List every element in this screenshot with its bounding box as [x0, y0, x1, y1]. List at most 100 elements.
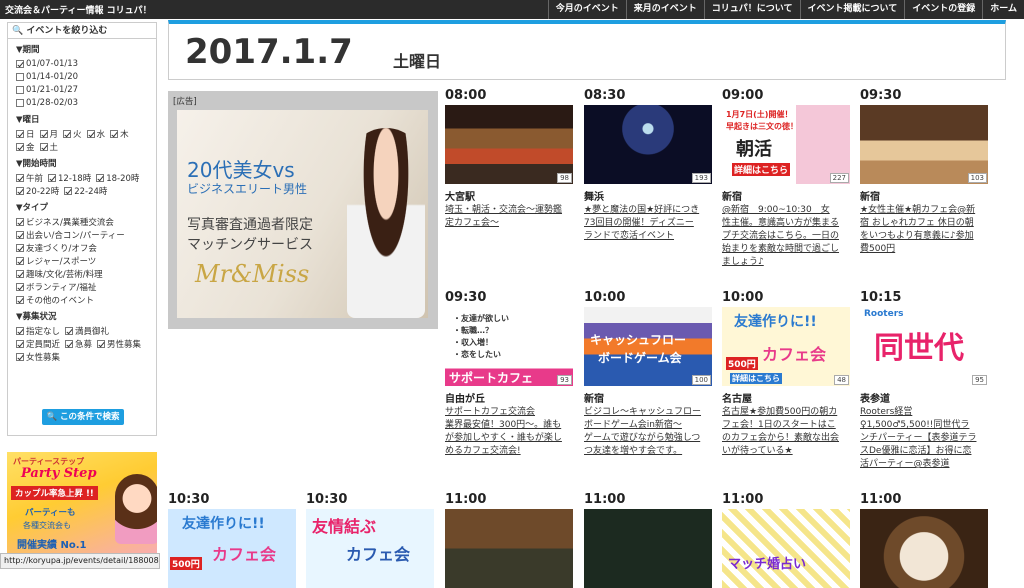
nav-home[interactable]: ホーム: [982, 0, 1024, 19]
event-thumbnail[interactable]: 98: [445, 105, 573, 184]
filter-option[interactable]: 18-20時: [96, 171, 139, 184]
event-title-link[interactable]: @新宿 9:00~10:30 女 性主催。意識高い方が集まる プチ交流会はこちら…: [722, 204, 852, 269]
event-thumbnail[interactable]: 103: [860, 105, 988, 184]
event-title-link[interactable]: 埼玉・朝活・交流会〜運勢鑑 定カフェ会〜: [445, 204, 575, 230]
checkbox[interactable]: [39, 129, 48, 138]
checkbox[interactable]: [16, 59, 24, 68]
event-card[interactable]: 10:15 Rooters 同世代 95 表参道 Rooters経営 ♀1,500♂5,5…: [860, 291, 990, 471]
filter-option[interactable]: ビジネス/異業種交流会: [16, 215, 146, 228]
filter-option[interactable]: 火: [63, 127, 82, 140]
event-card[interactable]: 10:00 友達作りに!! カフェ会 500円 詳細はこちら 48 名古屋 名古屋★参加費50…: [722, 291, 852, 458]
ad-banner[interactable]: 20代美女vs ビジネスエリート男性 写真審査通過者限定 マッチングサービス M…: [177, 110, 428, 318]
event-card[interactable]: 09:30 103 新宿 ★女性主催★朝カフェ会@新 宿 おしゃれカフェ 休日の朝 を…: [860, 89, 990, 256]
checkbox[interactable]: [48, 173, 57, 182]
checkbox[interactable]: [86, 129, 95, 138]
checkbox[interactable]: [16, 243, 24, 252]
filter-option[interactable]: ボランティア/福祉: [16, 280, 146, 293]
sidebar-ad-banner[interactable]: パーティーステップ Party Step カップル率急上昇 !! パーティーも …: [7, 452, 157, 569]
checkbox[interactable]: [65, 339, 74, 348]
filter-option[interactable]: 01/07-01/13: [16, 57, 146, 70]
checkbox[interactable]: [16, 295, 24, 304]
filter-option[interactable]: 趣味/文化/芸術/料理: [16, 267, 146, 280]
nav-this-month[interactable]: 今月のイベント: [547, 0, 626, 19]
filter-option[interactable]: 友達づくり/オフ会: [16, 241, 146, 254]
checkbox[interactable]: [16, 326, 24, 335]
filter-option[interactable]: 月: [39, 127, 58, 140]
filter-option[interactable]: 女性募集: [16, 350, 60, 363]
checkbox[interactable]: [16, 256, 24, 265]
filter-option[interactable]: 水: [86, 127, 105, 140]
checkbox[interactable]: [16, 230, 24, 239]
checkbox[interactable]: [16, 217, 24, 226]
event-card[interactable]: 11:00: [445, 493, 575, 588]
filter-option[interactable]: 定員間近: [16, 337, 60, 350]
event-card[interactable]: 08:30 193 舞浜 ★夢と魔法の国★好評につき 73回目の開催！ディズニー ラン…: [584, 89, 714, 243]
event-thumbnail[interactable]: キャッシュフロー ボードゲーム会 100: [584, 307, 712, 386]
event-card[interactable]: 10:00 キャッシュフロー ボードゲーム会 100 新宿 ビジコレ〜キャッシュフロー ボ…: [584, 291, 714, 458]
checkbox[interactable]: [65, 326, 74, 335]
filter-option[interactable]: レジャー/スポーツ: [16, 254, 146, 267]
event-card[interactable]: 11:00 マッチ婚占い: [722, 493, 852, 588]
filter-option[interactable]: 土: [39, 140, 58, 153]
event-card[interactable]: 08:00 98 大宮駅 埼玉・朝活・交流会〜運勢鑑 定カフェ会〜: [445, 89, 575, 230]
event-card[interactable]: 11:00: [860, 493, 990, 588]
checkbox[interactable]: [16, 98, 24, 107]
filter-option[interactable]: 男性募集: [97, 337, 141, 350]
filter-option[interactable]: 急募: [65, 337, 92, 350]
nav-next-month[interactable]: 来月のイベント: [625, 0, 704, 19]
checkbox[interactable]: [16, 85, 24, 94]
event-thumbnail[interactable]: 友情結ぶ カフェ会: [306, 509, 434, 588]
checkbox[interactable]: [39, 142, 48, 151]
event-title-link[interactable]: ★女性主催★朝カフェ会@新 宿 おしゃれカフェ 休日の朝 をいつもより有意義に♪…: [860, 204, 990, 256]
event-thumbnail[interactable]: マッチ婚占い: [722, 509, 850, 588]
filter-option[interactable]: 20-22時: [16, 184, 59, 197]
filter-option[interactable]: 出会い/合コン/パーティー: [16, 228, 146, 241]
filter-option[interactable]: 12-18時: [48, 171, 91, 184]
filter-option[interactable]: 01/14-01/20: [16, 70, 146, 83]
event-thumbnail[interactable]: ・友達が欲しい ・転職…？ ・収入増！ ・恋をしたい サポートカフェ 93: [445, 307, 573, 386]
checkbox[interactable]: [16, 72, 24, 81]
filter-option[interactable]: 満員御礼: [65, 324, 109, 337]
filter-option[interactable]: 指定なし: [16, 324, 60, 337]
event-thumbnail[interactable]: 友達作りに!! カフェ会 500円 詳細はこちら 48: [722, 307, 850, 386]
event-thumbnail[interactable]: [860, 509, 988, 588]
event-thumbnail[interactable]: [584, 509, 712, 588]
event-card[interactable]: 11:00: [584, 493, 714, 588]
filter-option[interactable]: 木: [110, 127, 129, 140]
event-card[interactable]: 09:30 ・友達が欲しい ・転職…？ ・収入増！ ・恋をしたい サポートカフェ 93 自由が…: [445, 291, 575, 458]
filter-option[interactable]: その他のイベント: [16, 293, 146, 306]
checkbox[interactable]: [16, 269, 24, 278]
filter-option[interactable]: 01/21-01/27: [16, 83, 146, 96]
checkbox[interactable]: [16, 339, 24, 348]
checkbox[interactable]: [16, 142, 24, 151]
event-card[interactable]: 10:30 友情結ぶ カフェ会: [306, 493, 436, 588]
checkbox[interactable]: [16, 352, 24, 361]
filter-option[interactable]: 金: [16, 140, 35, 153]
event-card[interactable]: 09:00 1月7日(土)開催！ 早起きは三文の徳！ 朝活 詳細はこちら 227 新宿 @新宿…: [722, 89, 852, 269]
event-title-link[interactable]: 名古屋★参加費500円の朝カ フェ会！1日のスタートはこ のカフェ会から！素敵な…: [722, 406, 852, 458]
event-title-link[interactable]: サポートカフェ交流会 業界最安値！300円〜。誰も が参加しやすく・誰もが楽し …: [445, 406, 575, 458]
nav-about[interactable]: コリュパ！について: [703, 0, 800, 19]
checkbox[interactable]: [16, 186, 24, 195]
event-thumbnail[interactable]: [445, 509, 573, 588]
event-title-link[interactable]: ★夢と魔法の国★好評につき 73回目の開催！ディズニー ランドで恋活イベント: [584, 204, 714, 243]
event-title-link[interactable]: ビジコレ〜キャッシュフロー ボードゲーム会in新宿〜 ゲームで遊びながら勉強しつ…: [584, 406, 714, 458]
site-title[interactable]: 交流会＆パーティー情報 コリュパ！: [5, 3, 152, 16]
event-thumbnail[interactable]: 友達作りに!! カフェ会 500円: [168, 509, 296, 588]
checkbox[interactable]: [16, 282, 24, 291]
event-thumbnail[interactable]: 1月7日(土)開催！ 早起きは三文の徳！ 朝活 詳細はこちら 227: [722, 105, 850, 184]
event-card[interactable]: 10:30 友達作りに!! カフェ会 500円: [168, 493, 298, 588]
checkbox[interactable]: [16, 173, 24, 182]
event-title-link[interactable]: Rooters経営 ♀1,500♂5,500!!同世代ラ ンチパーティー【表参道…: [860, 406, 990, 471]
filter-option[interactable]: 日: [16, 127, 35, 140]
event-thumbnail[interactable]: Rooters 同世代 95: [860, 307, 988, 386]
checkbox[interactable]: [96, 173, 105, 182]
checkbox[interactable]: [63, 129, 72, 138]
checkbox[interactable]: [64, 186, 73, 195]
filter-search-button[interactable]: 🔍 この条件で検索: [42, 409, 124, 425]
event-thumbnail[interactable]: 193: [584, 105, 712, 184]
nav-register-event[interactable]: イベントの登録: [904, 0, 982, 19]
checkbox[interactable]: [97, 339, 106, 348]
checkbox[interactable]: [16, 129, 24, 138]
filter-option[interactable]: 午前: [16, 171, 43, 184]
